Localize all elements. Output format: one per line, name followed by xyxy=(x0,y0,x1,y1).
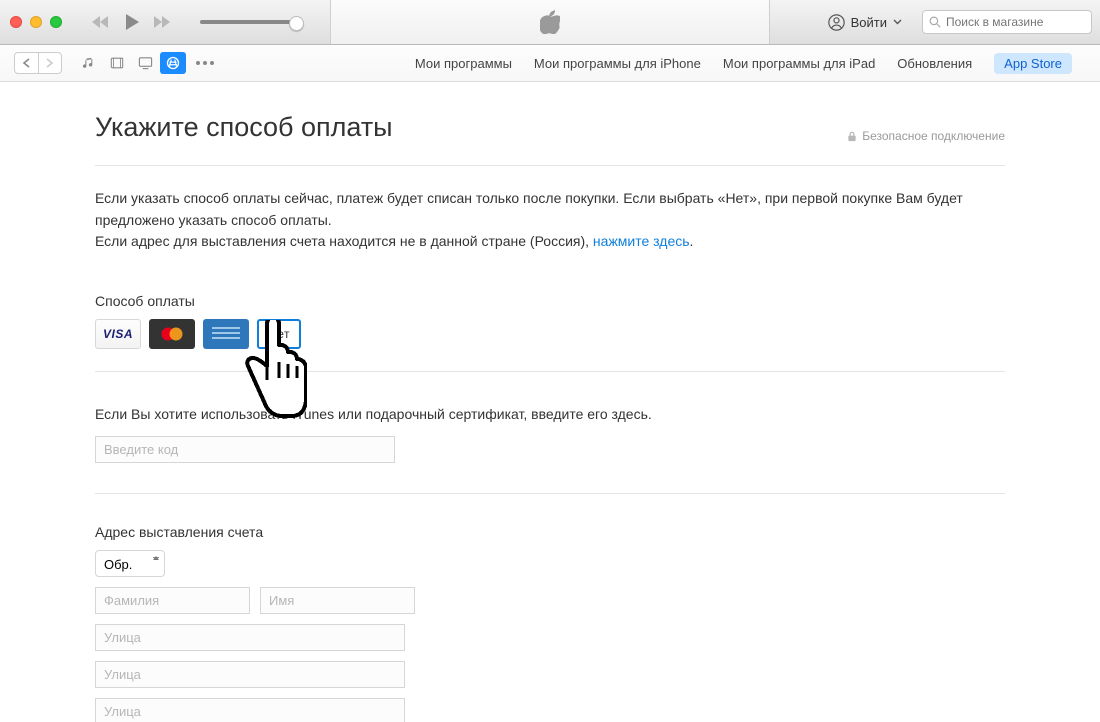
zoom-window-button[interactable] xyxy=(50,16,62,28)
store-section-tabs: Мои программы Мои программы для iPhone М… xyxy=(415,53,1072,74)
movies-tab[interactable] xyxy=(104,52,130,74)
salutation-select[interactable]: Обр. xyxy=(95,550,165,577)
tab-my-apps[interactable]: Мои программы xyxy=(415,56,512,71)
lock-icon xyxy=(847,131,857,142)
forward-button[interactable] xyxy=(39,53,62,73)
history-nav xyxy=(14,52,62,74)
payment-method-label: Способ оплаты xyxy=(95,293,1005,309)
tab-updates[interactable]: Обновления xyxy=(897,56,972,71)
sign-in-button[interactable]: Войти xyxy=(818,14,912,31)
payment-option-mastercard[interactable] xyxy=(149,319,195,349)
page-title: Укажите способ оплаты xyxy=(95,112,393,143)
payment-options: VISA Нет xyxy=(95,319,1005,349)
amex-icon xyxy=(209,323,243,345)
lastname-input[interactable] xyxy=(95,587,250,614)
gift-code-input[interactable] xyxy=(95,436,395,463)
secure-connection-label: Безопасное подключение xyxy=(847,129,1005,143)
apps-tab[interactable] xyxy=(160,52,186,74)
store-search-input[interactable] xyxy=(946,15,1085,29)
more-button[interactable] xyxy=(196,61,214,65)
payment-option-none[interactable]: Нет xyxy=(257,319,301,349)
tv-tab[interactable] xyxy=(132,52,158,74)
play-button[interactable] xyxy=(124,13,140,31)
divider xyxy=(95,371,1005,372)
firstname-input[interactable] xyxy=(260,587,415,614)
prev-track-button[interactable] xyxy=(92,15,110,29)
media-type-tabs xyxy=(76,52,186,74)
user-icon xyxy=(828,14,845,31)
payment-description: Если указать способ оплаты сейчас, плате… xyxy=(95,188,1005,253)
change-country-link[interactable]: нажмите здесь xyxy=(593,233,690,249)
street3-input[interactable] xyxy=(95,698,405,722)
apple-logo-icon xyxy=(540,10,560,34)
volume-slider[interactable] xyxy=(200,20,300,24)
payment-option-visa[interactable]: VISA xyxy=(95,319,141,349)
back-button[interactable] xyxy=(15,53,39,73)
tab-iphone-apps[interactable]: Мои программы для iPhone xyxy=(534,56,701,71)
billing-address-label: Адрес выставления счета xyxy=(95,524,1005,540)
divider xyxy=(95,493,1005,494)
chevron-down-icon xyxy=(893,19,902,25)
window-controls xyxy=(10,16,62,28)
toolbar: Мои программы Мои программы для iPhone М… xyxy=(0,45,1100,82)
street2-input[interactable] xyxy=(95,661,405,688)
payment-option-amex[interactable] xyxy=(203,319,249,349)
gift-card-text: Если Вы хотите использовать iTunes или п… xyxy=(95,406,1005,422)
salutation-select-wrap: Обр. xyxy=(95,550,165,577)
close-window-button[interactable] xyxy=(10,16,22,28)
store-search[interactable] xyxy=(922,10,1092,34)
street1-input[interactable] xyxy=(95,624,405,651)
tab-ipad-apps[interactable]: Мои программы для iPad xyxy=(723,56,875,71)
playback-controls xyxy=(92,13,300,31)
music-tab[interactable] xyxy=(76,52,102,74)
mastercard-icon xyxy=(157,325,187,343)
tab-app-store[interactable]: App Store xyxy=(994,53,1072,74)
lcd-display xyxy=(330,0,770,44)
next-track-button[interactable] xyxy=(154,15,172,29)
window-titlebar: Войти xyxy=(0,0,1100,45)
page-content: Укажите способ оплаты Безопасное подключ… xyxy=(0,82,1100,722)
minimize-window-button[interactable] xyxy=(30,16,42,28)
search-icon xyxy=(929,16,941,28)
sign-in-label: Войти xyxy=(851,15,887,30)
